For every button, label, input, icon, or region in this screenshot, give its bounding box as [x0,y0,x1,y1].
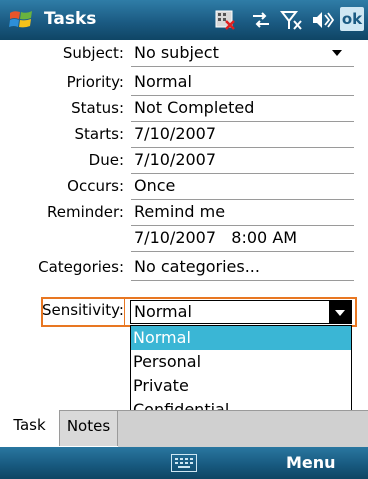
connectivity-icon[interactable] [250,9,272,31]
option-normal[interactable]: Normal [131,326,351,350]
starts-row: Starts: 7/10/2007 [0,122,368,148]
priority-value: Normal [134,72,192,91]
reminder-datetime-row: 7/10/2007 8:00 AM [0,226,368,252]
categories-label: Categories: [38,258,124,276]
volume-icon[interactable] [310,9,334,31]
sensitivity-select[interactable]: Normal [130,300,352,324]
priority-row: Priority: Normal [0,70,368,96]
dropdown-arrow-icon[interactable] [332,50,342,56]
starts-value: 7/10/2007 [134,124,217,143]
keyboard-icon[interactable] [171,454,197,472]
menu-bar: Menu [0,447,368,479]
categories-field[interactable]: No categories... [131,255,354,281]
tab-task[interactable]: Task [0,410,60,446]
signal-off-icon[interactable] [280,9,304,31]
sensitivity-label: Sensitivity: [41,301,124,319]
subject-field[interactable]: No subject [131,41,354,67]
due-row: Due: 7/10/2007 [0,148,368,174]
categories-value: No categories... [134,257,260,276]
reminder-datetime-field[interactable]: 7/10/2007 8:00 AM [131,226,354,252]
tab-strip-background [118,410,368,447]
status-label: Status: [71,99,124,117]
reminder-value: Remind me [134,202,226,221]
windows-start-icon[interactable] [8,7,34,33]
subject-value: No subject [134,43,219,62]
subject-label: Subject: [62,44,124,62]
starts-field[interactable]: 7/10/2007 [131,122,354,148]
occurs-value: Once [134,176,176,195]
occurs-field[interactable]: Once [131,174,354,200]
priority-label: Priority: [66,73,124,91]
subject-row: Subject: No subject [0,41,368,67]
option-personal[interactable]: Personal [131,350,351,374]
dropdown-arrow-icon[interactable] [329,301,351,323]
occurs-label: Occurs: [67,177,124,195]
due-field[interactable]: 7/10/2007 [131,148,354,174]
status-field[interactable]: Not Completed [131,96,354,122]
no-sim-icon[interactable] [214,9,236,31]
occurs-row: Occurs: Once [0,174,368,200]
due-value: 7/10/2007 [134,150,217,169]
reminder-label: Reminder: [47,203,124,221]
starts-label: Starts: [74,125,124,143]
ok-button[interactable]: ok [340,7,364,31]
status-value: Not Completed [134,98,255,117]
sensitivity-value: Normal [134,302,192,321]
title-bar: Tasks ok [0,0,368,40]
tab-strip: Task Notes [0,410,368,447]
reminder-datetime-value: 7/10/2007 8:00 AM [134,228,298,247]
due-label: Due: [88,151,124,169]
reminder-row: Reminder: Remind me [0,200,368,226]
menu-button[interactable]: Menu [286,453,336,473]
priority-field[interactable]: Normal [131,70,354,96]
reminder-field[interactable]: Remind me [131,200,354,226]
app-title: Tasks [44,9,97,29]
categories-row: Categories: No categories... [0,255,368,281]
sensitivity-dropdown-list: Normal Personal Private Confidential [130,325,352,422]
tab-notes[interactable]: Notes [60,410,118,446]
status-row: Status: Not Completed [0,96,368,122]
option-private[interactable]: Private [131,374,351,398]
